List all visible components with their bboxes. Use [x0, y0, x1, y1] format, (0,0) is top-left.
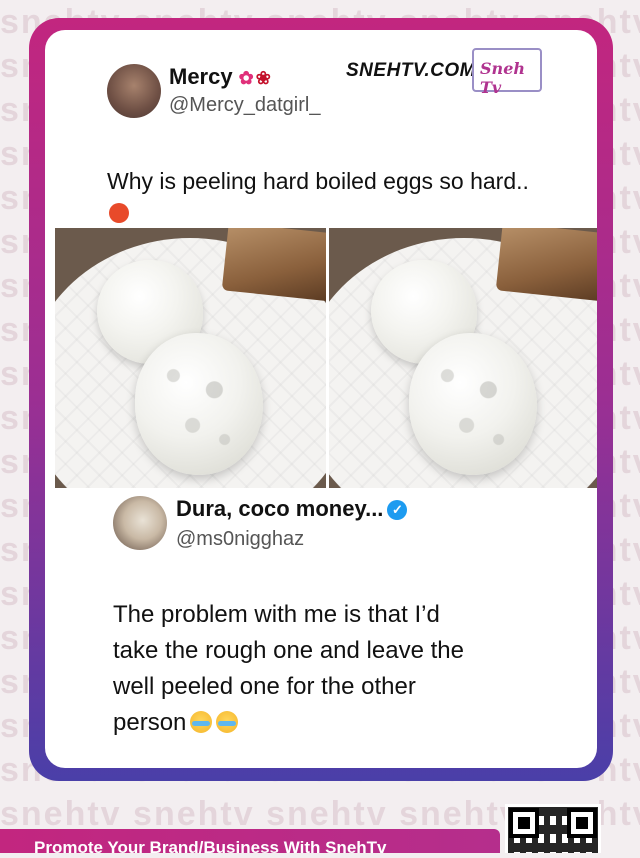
brand-logo: Sneh Tv [472, 48, 542, 97]
tweet1-handle[interactable]: @Mercy_datgirl_ [169, 94, 320, 117]
avatar[interactable] [113, 496, 167, 550]
promo-text: Promote Your Brand/Business With SnehTv [34, 838, 387, 857]
promo-banner[interactable]: Promote Your Brand/Business With SnehTv [0, 829, 500, 857]
angry-face-icon [109, 203, 129, 223]
loudly-crying-icon [216, 711, 239, 733]
hibiscus-icon: ✿ [238, 68, 254, 88]
tweet1-text: Why is peeling hard boiled eggs so hard.… [107, 165, 547, 229]
toast [221, 228, 326, 302]
avatar[interactable] [107, 64, 161, 118]
loudly-crying-icon [190, 711, 213, 733]
rose-icon: ❀ [255, 68, 271, 88]
brand-logo-text: Sneh Tv [480, 59, 525, 97]
brand-site: SNEHTV.COM [346, 60, 476, 81]
tweet2-author[interactable]: Dura, coco money... ✓ [176, 496, 408, 522]
qr-finder [509, 808, 539, 838]
egg-photo-right[interactable] [329, 228, 597, 488]
rough-egg [135, 333, 263, 475]
verified-badge-icon: ✓ [387, 500, 408, 520]
egg-photo-left[interactable] [55, 228, 326, 488]
qr-finder [567, 808, 597, 838]
tweet1-author[interactable]: Mercy ✿ ❀ [169, 64, 271, 90]
tweet2-handle[interactable]: @ms0nigghaz [176, 528, 304, 551]
tweet1-author-name: Mercy [169, 64, 233, 89]
qr-code[interactable] [505, 804, 601, 853]
toast [495, 228, 597, 302]
tweet2-author-name: Dura, coco money... [176, 496, 384, 521]
rough-egg [409, 333, 537, 475]
tweet2-text: The problem with me is that I’d take the… [113, 601, 464, 736]
post-card: Mercy ✿ ❀ @Mercy_datgirl_ SNEHTV.COM Sneh … [45, 30, 597, 768]
